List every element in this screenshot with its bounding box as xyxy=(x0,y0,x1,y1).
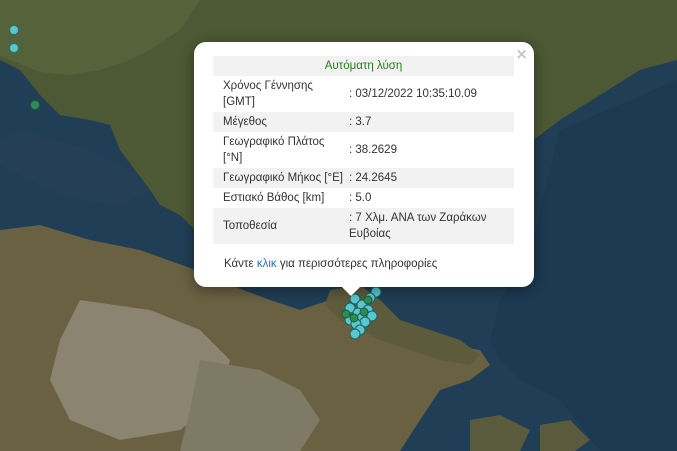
close-icon[interactable]: × xyxy=(515,45,528,63)
info-row-latitude: Γεωγραφικό Πλάτος [°N] : 38.2629 xyxy=(213,132,514,168)
popup-tip xyxy=(341,286,361,296)
more-info-suffix: για περισσότερες πληροφορίες xyxy=(279,258,438,270)
quake-marker xyxy=(349,313,359,323)
quake-marker xyxy=(9,25,19,35)
info-value: : 03/12/2022 10:35:10.09 xyxy=(349,88,477,100)
info-label: Γεωγραφικό Πλάτος [°N] xyxy=(223,136,325,164)
quake-marker xyxy=(359,307,369,317)
info-label: Εστιακό Βάθος [km] xyxy=(223,192,325,204)
info-row-longitude: Γεωγραφικό Μήκος [°E] : 24.2645 xyxy=(213,168,514,188)
info-label: Τοποθεσία xyxy=(213,208,345,244)
quake-marker xyxy=(363,295,373,305)
info-value: : 7 Χλμ. ΑΝΑ των Ζαράκων Ευβοίας xyxy=(345,208,514,244)
info-row-origin-time: Χρόνος Γέννησης [GMT] : 03/12/2022 10:35… xyxy=(213,76,514,112)
earthquake-info-popup: × Αυτόματη λύση Χρόνος Γέννησης [GMT] : … xyxy=(194,42,534,287)
info-value: : 24.2645 xyxy=(345,168,514,188)
info-label: Γεωγραφικό Μήκος [°E] xyxy=(213,168,345,188)
info-value: : 38.2629 xyxy=(349,144,397,156)
info-label: Χρόνος Γέννησης [GMT] xyxy=(223,80,313,108)
info-row-location: Τοποθεσία : 7 Χλμ. ΑΝΑ των Ζαράκων Ευβοί… xyxy=(213,208,514,244)
more-info-link[interactable]: κλικ xyxy=(257,258,277,270)
popup-title: Αυτόματη λύση xyxy=(213,56,514,76)
info-row-magnitude: Μέγεθος : 3.7 xyxy=(213,112,514,132)
info-label: Μέγεθος xyxy=(213,112,345,132)
earthquake-info-table: Αυτόματη λύση Χρόνος Γέννησης [GMT] : 03… xyxy=(213,56,514,244)
info-value: : 3.7 xyxy=(345,112,514,132)
info-row-depth: Εστιακό Βάθος [km] : 5.0 xyxy=(213,188,514,208)
quake-marker xyxy=(9,43,19,53)
quake-marker xyxy=(341,309,351,319)
info-value: : 5.0 xyxy=(349,192,372,204)
quake-marker xyxy=(349,328,361,340)
more-info-prefix: Κάντε xyxy=(224,258,254,270)
more-info-text: Κάντε κλικ για περισσότερες πληροφορίες xyxy=(224,258,437,270)
quake-marker xyxy=(30,100,40,110)
